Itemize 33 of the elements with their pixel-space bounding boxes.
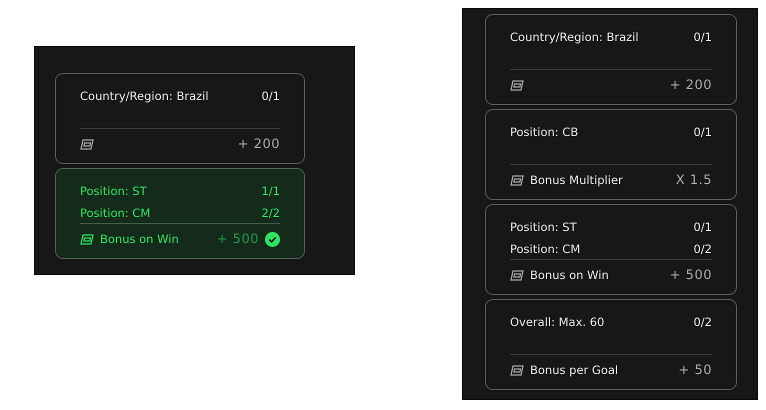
ticket-icon xyxy=(510,80,524,90)
condition-label: Position: ST xyxy=(510,220,577,234)
reward-value: + 200 xyxy=(670,78,712,92)
condition-label: Position: CB xyxy=(510,125,578,139)
reward-value: X 1.5 xyxy=(676,172,712,188)
condition-label: Position: CM xyxy=(80,206,150,220)
condition-label: Country/Region: Brazil xyxy=(510,30,639,44)
condition-progress: 0/1 xyxy=(261,89,280,103)
ticket-icon xyxy=(80,234,94,244)
reward-label: Bonus on Win xyxy=(100,232,179,246)
condition-progress: 2/2 xyxy=(261,206,280,220)
reward-value: + 50 xyxy=(678,362,712,378)
ticket-icon xyxy=(510,174,524,186)
ticket-icon xyxy=(510,270,524,280)
condition-progress: 0/1 xyxy=(693,125,712,139)
condition-label: Overall: Max. 60 xyxy=(510,315,604,329)
condition-progress: 0/2 xyxy=(693,242,712,256)
reward-label: Bonus Multiplier xyxy=(530,173,623,187)
condition-progress: 1/1 xyxy=(261,184,280,198)
condition-progress: 0/1 xyxy=(693,30,712,44)
reward-value: + 500 xyxy=(216,232,259,246)
reward-label: Bonus per Goal xyxy=(530,363,618,377)
condition-label: Country/Region: Brazil xyxy=(80,89,209,103)
check-icon xyxy=(265,232,280,246)
condition-label: Position: CM xyxy=(510,242,580,256)
ticket-icon xyxy=(80,138,94,150)
reward-value: + 500 xyxy=(670,268,712,282)
reward-value: + 200 xyxy=(238,136,280,152)
condition-progress: 0/2 xyxy=(693,315,712,329)
condition-progress: 0/1 xyxy=(693,220,712,234)
condition-label: Position: ST xyxy=(80,184,147,198)
ticket-icon xyxy=(510,364,524,376)
reward-label: Bonus on Win xyxy=(530,268,609,282)
